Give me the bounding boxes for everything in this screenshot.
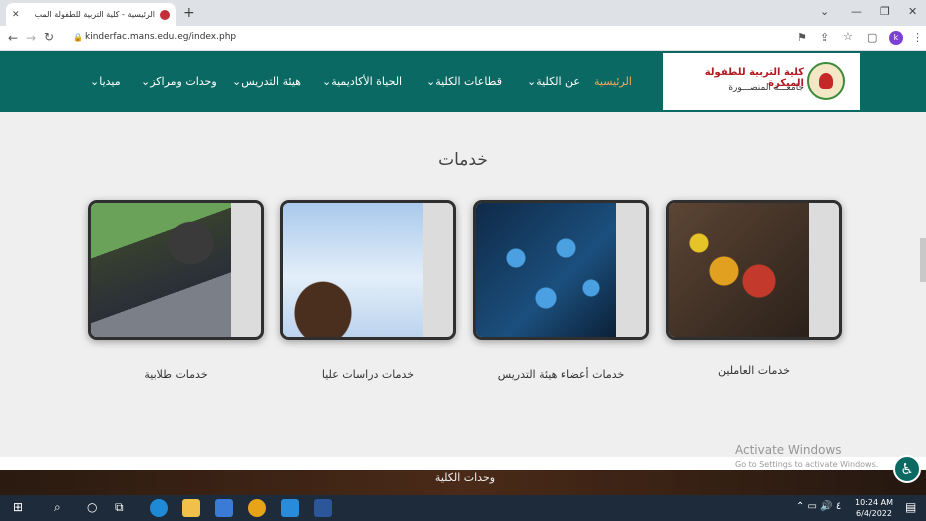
section-title: خدمات (438, 150, 488, 170)
nav-units-centers[interactable]: وحدات ومراكز⌄ (141, 75, 217, 88)
close-tab-icon[interactable]: ✕ (12, 10, 20, 20)
lock-icon[interactable]: 🔒 (73, 33, 83, 42)
service-card-students[interactable] (88, 200, 264, 340)
minimize-button[interactable]: — (851, 5, 862, 18)
browser-tab[interactable]: الرئيسية - كلية التربية للطفولة المب ✕ (6, 3, 176, 26)
system-tray-icons[interactable]: ⌃ ▭ 🔊 ٤ (796, 501, 841, 512)
faculty-emblem-logo (807, 62, 845, 100)
graduate-cap-image (283, 203, 423, 337)
service-card-postgraduate[interactable] (280, 200, 456, 340)
chevron-down-icon: ⌄ (426, 75, 436, 88)
accessibility-icon[interactable]: ♿ (893, 455, 921, 483)
service-card-teaching-staff[interactable] (473, 200, 649, 340)
new-tab-button[interactable]: + (183, 5, 195, 21)
chevron-down-icon: ⌄ (322, 75, 332, 88)
windows-start-icon[interactable]: ⊞ (13, 500, 23, 514)
nav-about[interactable]: عن الكلية⌄ (527, 75, 580, 88)
store-icon[interactable] (215, 499, 233, 517)
task-view-icon[interactable]: ⧉ (115, 500, 124, 515)
side-panel-icon[interactable]: ▢ (867, 31, 877, 44)
nav-media[interactable]: ميديا⌄ (90, 75, 121, 88)
activate-windows-watermark: Activate Windows (735, 443, 842, 457)
translate-icon[interactable]: ⚑ (797, 31, 807, 44)
notifications-icon[interactable]: ▤ (905, 500, 916, 514)
menu-dots-icon[interactable]: ⋮ (912, 31, 923, 44)
mail-icon[interactable] (281, 499, 299, 517)
cortana-icon[interactable]: ○ (87, 500, 97, 514)
forward-arrow-icon[interactable]: → (26, 31, 36, 45)
page-scrollbar-thumb[interactable] (920, 238, 926, 282)
close-window-button[interactable]: ✕ (908, 5, 917, 18)
search-icon[interactable]: ⌕ (54, 500, 61, 515)
tab-title: الرئيسية - كلية التربية للطفولة المب (34, 10, 155, 19)
chevron-down-icon: ⌄ (90, 75, 100, 88)
reload-icon[interactable]: ↻ (44, 30, 54, 44)
chevron-down-icon: ⌄ (527, 75, 537, 88)
card-caption-workers[interactable]: خدمات العاملين (666, 364, 842, 377)
chevron-down-icon: ⌄ (232, 75, 242, 88)
windows-taskbar (0, 495, 926, 521)
bookmark-star-icon[interactable]: ☆ (843, 30, 853, 43)
university-name: جامعـــة المنصـــورة (728, 83, 804, 93)
site-favicon-icon (160, 9, 170, 20)
card-caption-teaching-staff[interactable]: خدمات أعضاء هيئة التدريس (473, 368, 649, 381)
units-banner-title: وحدات الكلية (434, 471, 496, 484)
nav-sectors[interactable]: قطاعات الكلية⌄ (426, 75, 502, 88)
word-icon[interactable] (314, 499, 332, 517)
file-explorer-icon[interactable] (182, 499, 200, 517)
activate-windows-hint: Go to Settings to activate Windows. (735, 460, 879, 469)
service-card-workers[interactable] (666, 200, 842, 340)
chrome-icon[interactable] (248, 499, 266, 517)
share-icon[interactable]: ⇪ (820, 31, 829, 44)
network-people-image (476, 203, 616, 337)
student-laptop-image (91, 203, 231, 337)
chevron-down-icon: ⌄ (141, 75, 151, 88)
card-caption-postgraduate[interactable]: خدمات دراسات عليا (280, 368, 456, 381)
nav-faculty-staff[interactable]: هيئة التدريس⌄ (232, 75, 301, 88)
back-arrow-icon[interactable]: ← (8, 31, 18, 45)
clock-date: 6/4/2022 (856, 509, 892, 518)
url-field[interactable]: kinderfac.mans.edu.eg/index.php (85, 32, 236, 42)
edge-icon[interactable] (150, 499, 168, 517)
tab-search-icon[interactable]: ⌄ (820, 5, 829, 18)
gears-teamwork-image (669, 203, 809, 337)
restore-button[interactable]: ❐ (880, 5, 890, 18)
clock-time: 10:24 AM (855, 498, 893, 507)
profile-avatar[interactable]: k (889, 31, 903, 45)
nav-home[interactable]: الرئيسية (594, 75, 632, 88)
nav-academic-life[interactable]: الحياة الأكاديمية⌄ (322, 75, 402, 88)
card-caption-students[interactable]: خدمات طلابية (88, 368, 264, 381)
taskbar-clock[interactable]: 10:24 AM 6/4/2022 (851, 497, 897, 519)
